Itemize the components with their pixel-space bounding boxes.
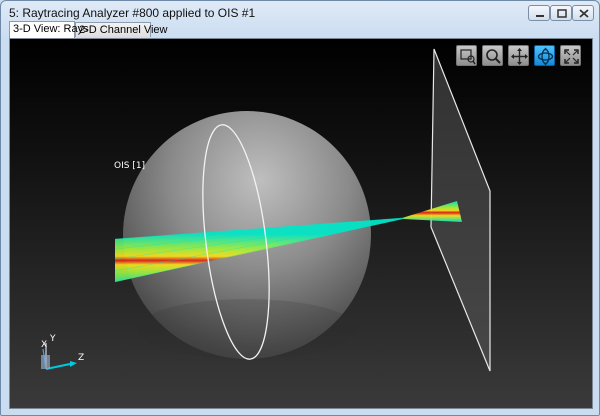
minimize-icon [536,15,544,17]
axis-z-label: Z [78,353,85,363]
maximize-button[interactable] [550,5,572,21]
rotate-orbit-icon [537,47,554,66]
window-title: 5: Raytracing Analyzer #800 applied to O… [9,6,256,20]
pan-arrows-icon [511,48,528,65]
fit-expand-icon [564,49,579,64]
close-icon [579,9,589,18]
3d-scene [41,48,491,372]
minimize-button[interactable] [528,5,550,21]
window: 5: Raytracing Analyzer #800 applied to O… [0,0,600,416]
restore-icon [557,9,567,18]
zoom-box-icon [460,49,476,65]
close-button[interactable] [572,5,594,21]
axis-y-label: Y [50,334,56,344]
zoom-box-tool-button[interactable] [456,45,477,66]
tab-3d-view-rays[interactable]: 3-D View: Rays [9,21,89,38]
ois-label: OIS [1] [114,161,146,171]
axis-x-label: X [41,340,48,350]
rotate-tool-button[interactable] [534,45,555,66]
fit-view-tool-button[interactable] [560,45,581,66]
magnifier-icon [486,49,501,64]
pan-tool-button[interactable] [508,45,529,66]
magnifier-tool-button[interactable] [482,45,503,66]
3d-viewport[interactable]: OIS [1] X Y Z [9,38,593,409]
